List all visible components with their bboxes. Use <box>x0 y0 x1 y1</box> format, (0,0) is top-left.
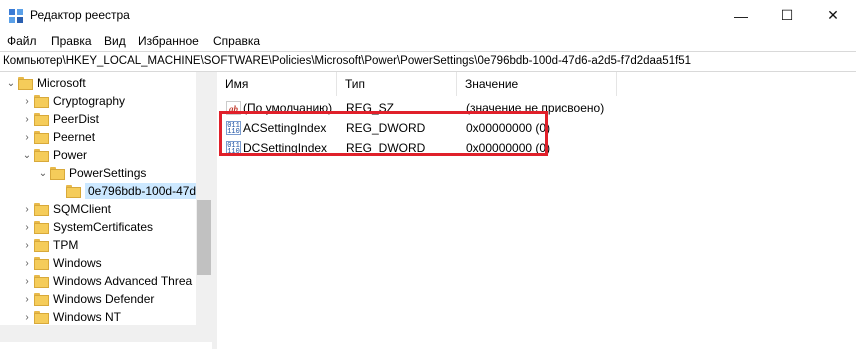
column-header-type[interactable]: Тип <box>337 72 457 96</box>
window-title: Редактор реестра <box>30 8 130 22</box>
registry-tree: ⌄ Microsoft › Cryptography › PeerDist › Peernet… <box>0 72 212 349</box>
menu-favorites[interactable]: Избранное <box>138 34 199 48</box>
tree-item-label: Windows NT <box>53 310 122 324</box>
folder-icon <box>34 112 49 126</box>
folder-icon <box>18 76 33 90</box>
tree-item[interactable]: › SystemCertificates <box>20 218 153 236</box>
tree-item[interactable]: › TPM <box>20 236 78 254</box>
chevron-down-icon[interactable]: ⌄ <box>36 168 50 179</box>
folder-icon <box>34 292 49 306</box>
folder-icon <box>34 238 49 252</box>
tree-item-label: Peernet <box>53 130 96 144</box>
column-header-name[interactable]: Имя <box>217 72 337 96</box>
minimize-button[interactable]: — <box>718 0 764 31</box>
tree-item[interactable]: › PeerDist <box>20 110 99 128</box>
chevron-down-icon[interactable]: ⌄ <box>20 150 34 161</box>
tree-item[interactable]: › Windows NT <box>20 308 121 326</box>
regedit-app-icon <box>9 9 23 23</box>
folder-icon <box>34 202 49 216</box>
menu-edit[interactable]: Правка <box>51 34 92 48</box>
chevron-right-icon[interactable]: › <box>20 96 34 107</box>
tree-item[interactable]: › SQMClient <box>20 200 111 218</box>
title-bar: Редактор реестра — ☐ ✕ <box>0 0 856 31</box>
menu-view[interactable]: Вид <box>104 34 126 48</box>
tree-item-label: Cryptography <box>53 94 126 108</box>
maximize-button[interactable]: ☐ <box>764 0 810 31</box>
chevron-right-icon[interactable]: › <box>20 258 34 269</box>
tree-item[interactable]: ⌄ PowerSettings <box>36 164 147 182</box>
tree-item[interactable]: › Windows Advanced Threa <box>20 272 192 290</box>
address-bar[interactable]: Компьютер\HKEY_LOCAL_MACHINE\SOFTWARE\Po… <box>0 51 856 72</box>
folder-icon <box>66 184 81 198</box>
tree-item-label: TPM <box>53 238 79 252</box>
tree-scrollbar-thumb[interactable] <box>197 200 211 275</box>
chevron-right-icon[interactable]: › <box>20 240 34 251</box>
folder-icon <box>34 130 49 144</box>
tree-item[interactable]: ⌄ Power <box>20 146 87 164</box>
chevron-down-icon[interactable]: ⌄ <box>4 78 18 89</box>
folder-icon <box>34 310 49 324</box>
menu-file[interactable]: Файл <box>7 34 37 48</box>
chevron-right-icon[interactable]: › <box>20 222 34 233</box>
tree-item-label: Power <box>53 148 88 162</box>
column-header-value[interactable]: Значение <box>457 72 617 96</box>
chevron-right-icon[interactable]: › <box>20 312 34 323</box>
tree-item-label: SQMClient <box>53 202 112 216</box>
tree-item-label: SystemCertificates <box>53 220 154 234</box>
highlight-annotation-box <box>219 111 548 156</box>
tree-item-label: Windows Defender <box>53 292 155 306</box>
tree-item[interactable]: 0e796bdb-100d-47d <box>52 182 200 200</box>
chevron-right-icon[interactable]: › <box>20 132 34 143</box>
chevron-right-icon[interactable]: › <box>20 114 34 125</box>
folder-icon <box>50 166 65 180</box>
folder-icon <box>34 274 49 288</box>
folder-icon <box>34 148 49 162</box>
tree-item[interactable]: › Cryptography <box>20 92 125 110</box>
menu-help[interactable]: Справка <box>213 34 260 48</box>
chevron-right-icon[interactable]: › <box>20 204 34 215</box>
tree-item-label: Windows Advanced Threa <box>53 274 193 288</box>
menu-bar: Файл Правка Вид Избранное Справка <box>0 31 856 51</box>
tree-item-label: PowerSettings <box>69 166 147 180</box>
tree-item-label: 0e796bdb-100d-47d <box>85 183 200 199</box>
chevron-right-icon[interactable]: › <box>20 294 34 305</box>
address-path[interactable]: Компьютер\HKEY_LOCAL_MACHINE\SOFTWARE\Po… <box>3 55 691 67</box>
chevron-right-icon[interactable]: › <box>20 276 34 287</box>
tree-item[interactable]: ⌄ Microsoft <box>4 74 86 92</box>
close-button[interactable]: ✕ <box>810 0 856 31</box>
tree-vertical-scrollbar[interactable] <box>196 72 212 325</box>
tree-item-label: Windows <box>53 256 102 270</box>
folder-icon <box>34 256 49 270</box>
folder-icon <box>34 220 49 234</box>
tree-item-label: PeerDist <box>53 112 100 126</box>
tree-item[interactable]: › Windows Defender <box>20 290 154 308</box>
tree-horizontal-scrollbar[interactable] <box>0 325 212 342</box>
folder-icon <box>34 94 49 108</box>
tree-item[interactable]: › Peernet <box>20 128 95 146</box>
tree-item[interactable]: › Windows <box>20 254 102 272</box>
tree-item-label: Microsoft <box>37 76 86 90</box>
